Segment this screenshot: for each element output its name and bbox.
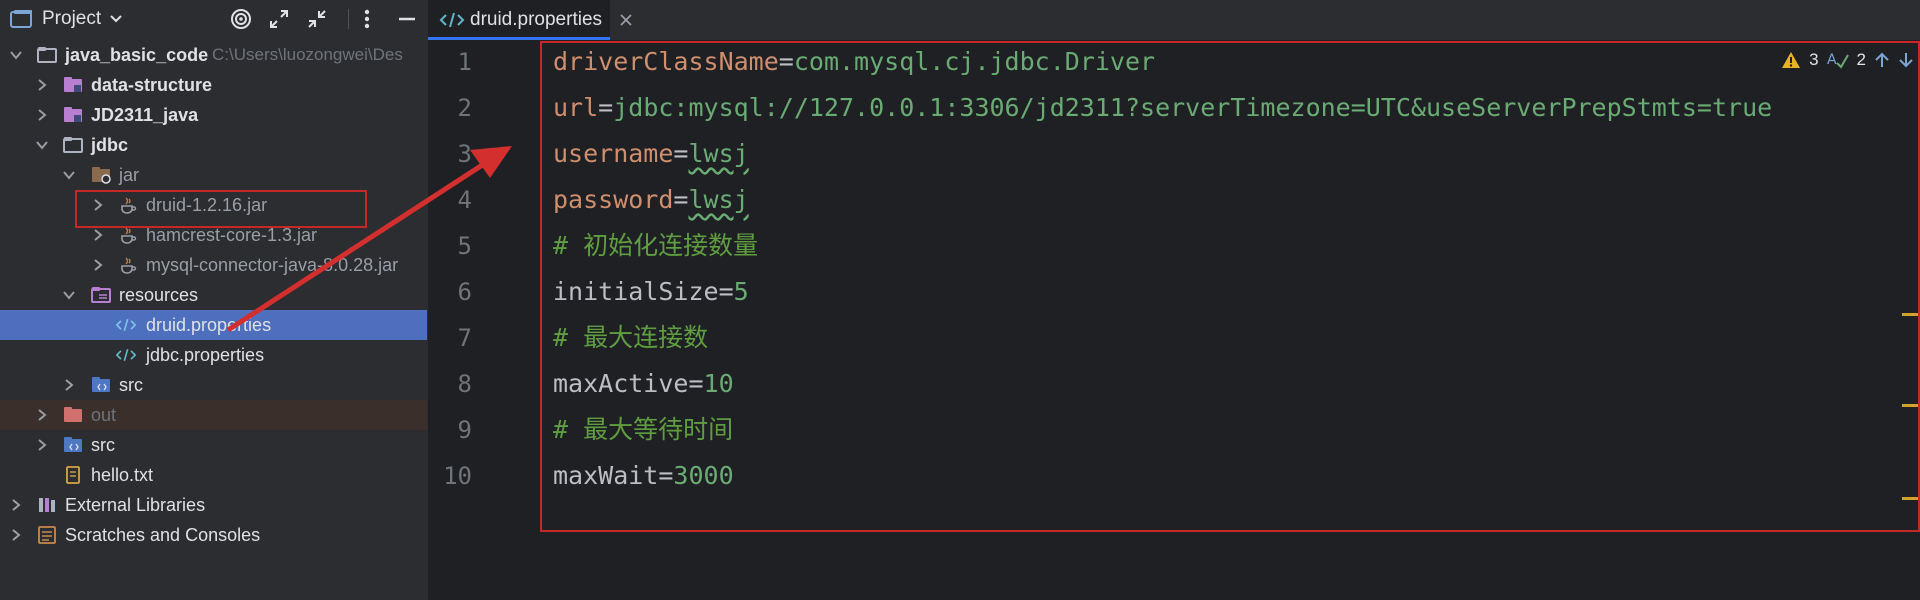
chevron-down-icon: [63, 291, 75, 300]
line-number: 5: [457, 232, 472, 260]
line-number: 2: [457, 94, 472, 122]
target-icon: [231, 9, 251, 29]
active-tab-indicator: [428, 37, 610, 40]
expand-all-button[interactable]: [266, 6, 292, 32]
line-number: 9: [457, 416, 472, 444]
tab-druid-properties[interactable]: druid.properties: [428, 0, 632, 40]
tree-item-label: out: [91, 405, 117, 425]
tree-item-jdbc-src[interactable]: src: [0, 370, 427, 400]
tree-item-java-basic-code[interactable]: java_basic_code C:\Users\luozongwei\Des: [0, 40, 427, 70]
tree-item-jd2311-java[interactable]: JD2311_java: [0, 100, 427, 130]
jar-file-icon: [121, 257, 137, 274]
tree-item-label: jdbc.properties: [146, 345, 265, 365]
source-folder-icon: [64, 437, 82, 452]
tree-item-label: External Libraries: [65, 495, 206, 515]
close-icon[interactable]: [620, 14, 632, 26]
minimize-icon: [399, 17, 415, 21]
chevron-right-icon: [38, 79, 47, 91]
chevron-right-icon: [38, 439, 47, 451]
header-divider: [348, 9, 349, 29]
project-title: Project: [42, 8, 102, 29]
expand-icon: [270, 10, 288, 28]
jar-file-icon: [121, 227, 137, 244]
more-vertical-icon: [364, 9, 370, 29]
tree-item-resources[interactable]: resources: [0, 280, 427, 310]
select-opened-file-button[interactable]: [228, 6, 254, 32]
editor-tab-bar: druid.properties: [428, 0, 1920, 41]
module-folder-icon: [64, 77, 82, 92]
annotation-highlight-jar: [75, 190, 367, 228]
chevron-right-icon: [38, 109, 47, 121]
library-icon: [39, 498, 55, 512]
project-tool-window: Project java_basic_code C:\Users\luozong…: [0, 0, 427, 600]
tree-item-label: JD2311_java: [91, 105, 199, 125]
project-view-selector[interactable]: Project: [10, 7, 123, 31]
chevron-down-icon: [63, 171, 75, 180]
tree-item-label: jdbc: [91, 135, 129, 155]
tree-item-label: hamcrest-core-1.3.jar: [146, 225, 318, 245]
tree-item-label: druid.properties: [146, 315, 272, 335]
line-number: 7: [457, 324, 472, 352]
hide-panel-button[interactable]: [394, 6, 420, 32]
tree-item-src[interactable]: src: [0, 430, 427, 460]
tree-item-label: resources: [119, 285, 199, 305]
project-path: C:\Users\luozongwei\Des: [212, 45, 403, 64]
module-folder-icon: [64, 107, 82, 122]
tree-item-jdbc-properties[interactable]: jdbc.properties: [0, 340, 427, 370]
chevron-down-icon: [36, 141, 48, 150]
line-number: 6: [457, 278, 472, 306]
tree-item-out[interactable]: out: [0, 400, 427, 430]
collapse-all-button[interactable]: [304, 6, 330, 32]
line-number: 3: [457, 140, 472, 168]
tree-item-label: data-structure: [91, 75, 213, 95]
chevron-right-icon: [94, 259, 103, 271]
annotation-highlight-code: [540, 41, 1920, 532]
line-number: 4: [457, 186, 472, 214]
tree-item-druid-properties[interactable]: druid.properties: [0, 310, 427, 340]
properties-file-icon: [439, 12, 465, 28]
tree-item-scratches-and-consoles[interactable]: Scratches and Consoles: [0, 520, 427, 550]
chevron-down-icon: [10, 51, 22, 60]
project-folder-icon: [10, 10, 32, 28]
tree-item-label: hello.txt: [91, 465, 154, 485]
line-number: 1: [457, 48, 472, 76]
tree-item-label: java_basic_code: [65, 45, 209, 65]
tree-item-label: src: [119, 375, 143, 395]
folder-icon: [63, 137, 83, 153]
tree-item-hello-txt[interactable]: hello.txt: [0, 460, 427, 490]
chevron-down-icon: [110, 15, 122, 23]
tree-item-label: jar: [119, 165, 140, 185]
properties-file-icon: [116, 318, 136, 332]
chevron-right-icon: [94, 229, 103, 241]
line-number: 8: [457, 370, 472, 398]
text-file-icon: [66, 466, 80, 484]
resources-folder-icon: [91, 287, 111, 303]
tree-item-external-libraries[interactable]: External Libraries: [0, 490, 427, 520]
tree-item-jar[interactable]: jar: [0, 160, 427, 190]
tree-item-jdbc[interactable]: jdbc: [0, 130, 427, 160]
tab-label: druid.properties: [470, 9, 603, 30]
tree-item-label: mysql-connector-java-8.0.28.jar: [146, 255, 399, 275]
chevron-right-icon: [12, 499, 21, 511]
tree-item-mysql-connector-jar[interactable]: mysql-connector-java-8.0.28.jar: [0, 250, 427, 280]
module-folder-icon: [37, 47, 57, 63]
chevron-right-icon: [12, 529, 21, 541]
chevron-right-icon: [38, 409, 47, 421]
chevron-right-icon: [65, 379, 74, 391]
tree-item-label: src: [91, 435, 115, 455]
project-header: Project: [0, 0, 427, 38]
line-number: 10: [443, 462, 472, 490]
options-menu-button[interactable]: [354, 6, 380, 32]
collapse-icon: [308, 10, 326, 28]
properties-file-icon: [116, 348, 136, 362]
excluded-folder-icon: [92, 167, 111, 184]
source-folder-icon: [92, 377, 110, 392]
excluded-folder-icon: [64, 407, 82, 422]
tree-item-data-structure[interactable]: data-structure: [0, 70, 427, 100]
tree-item-label: Scratches and Consoles: [65, 525, 261, 545]
scratches-icon: [38, 526, 56, 544]
